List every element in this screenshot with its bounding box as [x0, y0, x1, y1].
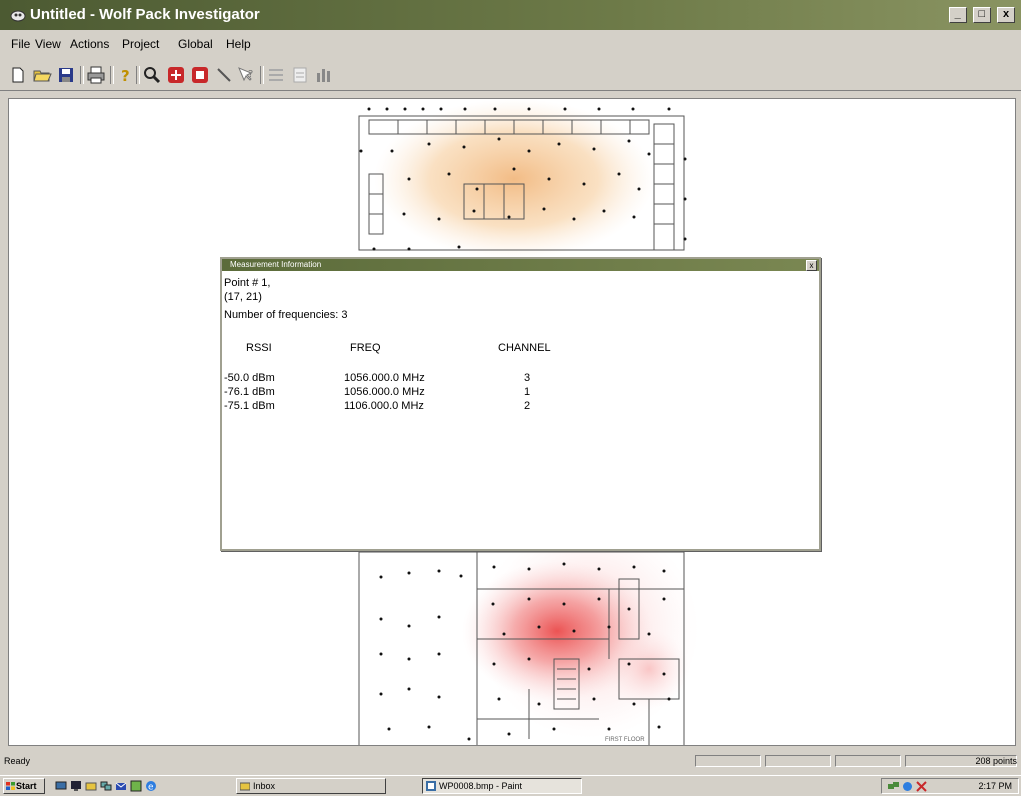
measurement-dialog: Measurement Information x Point # 1, (17… [220, 257, 821, 551]
dialog-title: Measurement Information [230, 260, 322, 269]
point-line: Point # 1, [224, 277, 271, 289]
menu-actions[interactable]: Actions [70, 37, 109, 51]
taskbar-item-label: WP0008.bmp - Paint [439, 781, 523, 791]
antivirus-icon[interactable] [916, 781, 927, 792]
status-pane [765, 755, 831, 767]
menu-project[interactable]: Project [122, 37, 159, 51]
network-icon[interactable] [100, 780, 112, 792]
point-count: 208 points [975, 756, 1017, 766]
table-row-rssi: -75.1 dBm [224, 400, 275, 412]
system-tray: 2:17 PM [881, 778, 1019, 794]
dialog-title-bar[interactable]: Measurement Information x [222, 259, 819, 271]
taskbar-item-label: Inbox [253, 781, 276, 791]
print-icon[interactable] [86, 65, 106, 85]
menu-help[interactable]: Help [226, 37, 251, 51]
menu-view[interactable]: View [35, 37, 61, 51]
freq-count-line: Number of frequencies: 3 [224, 309, 348, 321]
maximize-button[interactable]: □ [972, 7, 991, 23]
table-row-freq: 1106.000.0 MHz [344, 400, 424, 412]
menu-global[interactable]: Global [178, 37, 213, 51]
table-row-freq: 1056.000.0 MHz [344, 372, 425, 384]
coord-line: (17, 21) [224, 291, 262, 303]
minimize-button[interactable]: _ [948, 7, 967, 23]
save-icon[interactable] [56, 65, 76, 85]
close-button[interactable]: x [997, 7, 1015, 23]
floor-label: FIRST FLOOR [605, 737, 645, 743]
taskbar-item-paint[interactable]: WP0008.bmp - Paint [422, 778, 582, 794]
table-row-channel: 3 [524, 372, 531, 384]
browser-icon[interactable]: e [145, 780, 157, 792]
windows-flag-icon [6, 782, 15, 790]
window-title: Untitled - Wolf Pack Investigator [30, 6, 260, 23]
line-icon[interactable] [214, 65, 234, 85]
title-bar: Untitled - Wolf Pack Investigator _ □ x [0, 0, 1021, 30]
inbox-icon [240, 782, 250, 791]
status-bar: Ready 208 points [0, 752, 1021, 770]
status-pane [835, 755, 901, 767]
survey-icon[interactable] [166, 65, 186, 85]
menu-bar: File View Actions Project Global Help [0, 34, 1021, 54]
wireless-icon[interactable] [902, 781, 913, 792]
zoom-icon[interactable] [142, 65, 162, 85]
dialog-close-button[interactable]: x [806, 260, 817, 271]
table-row-rssi: -76.1 dBm [224, 386, 275, 398]
folder-icon[interactable] [85, 780, 97, 792]
clock[interactable]: 2:17 PM [978, 781, 1012, 791]
status-pane [695, 755, 761, 767]
toolbar: ? ? [0, 60, 1021, 91]
table-row-channel: 2 [524, 400, 531, 412]
chart-icon[interactable] [314, 65, 334, 85]
channel-header: CHANNEL [498, 342, 551, 354]
wolf-pack-app-icon [10, 10, 26, 22]
start-label: Start [16, 781, 37, 791]
list-icon[interactable] [266, 65, 286, 85]
new-icon[interactable] [8, 65, 28, 85]
open-icon[interactable] [32, 65, 52, 85]
help-icon[interactable]: ? [116, 65, 136, 85]
taskbar-item-inbox[interactable]: Inbox [236, 778, 386, 794]
svg-text:?: ? [121, 67, 130, 85]
table-row-freq: 1056.000.0 MHz [344, 386, 425, 398]
taskbar: Start e Inbox WP0008.bmp - Paint 2:17 PM [0, 775, 1021, 796]
mail-icon[interactable] [115, 780, 127, 792]
start-button[interactable]: Start [3, 778, 45, 794]
report-icon[interactable] [290, 65, 310, 85]
table-row-channel: 1 [524, 386, 531, 398]
stop-icon[interactable] [190, 65, 210, 85]
paint-icon [426, 781, 436, 791]
desktop-icon[interactable] [55, 780, 67, 792]
svg-text:e: e [148, 783, 154, 793]
status-text: Ready [4, 756, 31, 766]
rssi-header: RSSI [246, 342, 272, 354]
calendar-icon[interactable] [130, 780, 142, 792]
freq-header: FREQ [350, 342, 381, 354]
menu-file[interactable]: File [11, 37, 30, 51]
whats-this-icon[interactable]: ? [236, 65, 256, 85]
svg-text:?: ? [248, 69, 253, 80]
network-status-icon[interactable] [888, 781, 899, 792]
table-row-rssi: -50.0 dBm [224, 372, 275, 384]
monitor-icon[interactable] [70, 780, 82, 792]
